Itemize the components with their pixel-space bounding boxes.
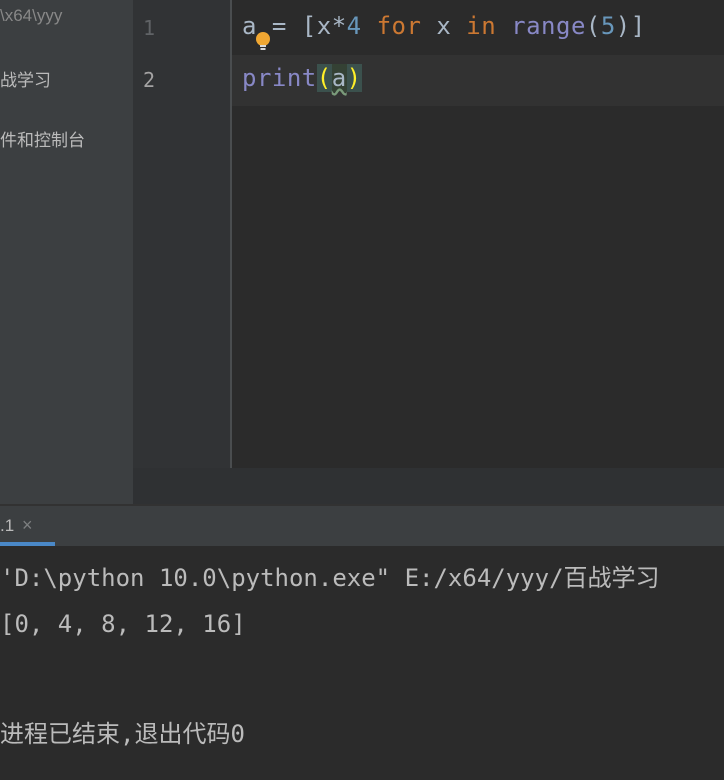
- close-icon[interactable]: ×: [22, 515, 33, 536]
- project-tree-item-file[interactable]: 战学习: [0, 66, 51, 91]
- code-token: x: [421, 12, 467, 40]
- builtin-print: print: [242, 64, 317, 92]
- identifier-a-usage: a: [331, 64, 347, 92]
- run-tab-bar: .1 ×: [0, 506, 724, 546]
- code-token: )]: [615, 12, 646, 40]
- line-number-2: 2: [143, 68, 156, 92]
- project-panel: \x64\yyy 战学习 件和控制台: [0, 0, 133, 504]
- project-tree-item-path[interactable]: \x64\yyy: [0, 6, 62, 26]
- paren-match-open: (: [316, 64, 332, 92]
- builtin-range: range: [511, 12, 586, 40]
- console-line-output: [0, 4, 8, 12, 16]: [0, 610, 246, 638]
- code-token: (: [585, 12, 601, 40]
- keyword-for: for: [376, 12, 422, 40]
- keyword-in: in: [466, 12, 497, 40]
- run-console[interactable]: 'D:\python 10.0\python.exe" E:/x64/yyy/百…: [0, 546, 724, 780]
- editor-horizontal-scroll-area[interactable]: [133, 468, 724, 504]
- code-line-2[interactable]: print(a): [242, 64, 362, 92]
- code-line-1[interactable]: a = [x*4 for x in range(5)]: [242, 12, 646, 40]
- console-line-command: 'D:\python 10.0\python.exe" E:/x64/yyy/百…: [0, 564, 660, 592]
- run-tab-label[interactable]: .1: [0, 516, 14, 536]
- lightbulb-icon[interactable]: [254, 31, 272, 51]
- project-tree-item-scratches[interactable]: 件和控制台: [0, 126, 85, 151]
- number-literal: 5: [600, 12, 616, 40]
- console-line-exit: 进程已结束,退出代码0: [0, 720, 245, 748]
- paren-match-close: ): [346, 64, 362, 92]
- number-literal: 4: [346, 12, 362, 40]
- line-number-1: 1: [143, 16, 156, 40]
